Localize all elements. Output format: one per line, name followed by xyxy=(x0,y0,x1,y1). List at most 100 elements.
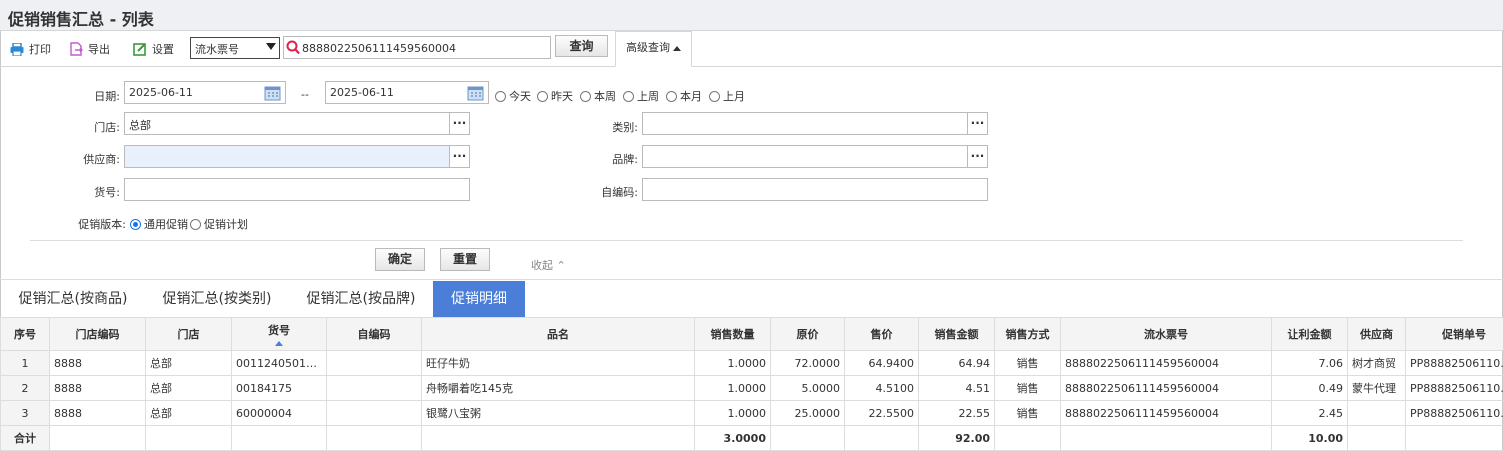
col-supplier-header[interactable]: 供应商 xyxy=(1347,317,1406,351)
col-orig-price-cell: 72.0000 xyxy=(770,350,845,376)
date-to-value: 2025-06-11 xyxy=(330,86,394,99)
col-index-cell: 2 xyxy=(0,375,50,401)
item-no-label: 货号: xyxy=(94,186,120,199)
radio-this-week[interactable]: 本周 xyxy=(580,88,616,104)
radio-general-promo[interactable]: 通用促销 xyxy=(130,216,188,232)
header-label: 流水票号 xyxy=(1144,328,1188,341)
print-button[interactable]: 打印 xyxy=(10,40,51,58)
print-label: 打印 xyxy=(29,43,51,56)
radio-last-month[interactable]: 上月 xyxy=(709,88,745,104)
supplier-picker-button[interactable]: ... xyxy=(449,146,469,167)
table-row[interactable]: 3 8888 总部 60000004 银鹭八宝粥 1.0000 25.0000 22.5500… xyxy=(0,400,1503,426)
col-sale-amount-cell: 22.55 xyxy=(918,400,995,426)
calendar-icon xyxy=(264,86,281,101)
radio-yesterday[interactable]: 昨天 xyxy=(537,88,573,104)
header-label: 供应商 xyxy=(1360,328,1393,341)
tab-by-category[interactable]: 促销汇总(按类别) xyxy=(152,281,282,318)
col-discount-header[interactable]: 让利金额 xyxy=(1271,317,1348,351)
store-input[interactable]: 总部 ... xyxy=(124,112,470,135)
col-sale-price-cell: 4.5100 xyxy=(844,375,919,401)
col-sale-type-cell: 销售 xyxy=(994,400,1061,426)
header-label: 销售数量 xyxy=(710,328,755,341)
col-sale-amount-header[interactable]: 销售金额 xyxy=(918,317,995,351)
brand-picker-button[interactable]: ... xyxy=(967,146,987,167)
col-selfcode-cell xyxy=(326,400,422,426)
query-button[interactable]: 查询 xyxy=(555,35,608,57)
table-row[interactable]: 2 8888 总部 00184175 舟畅嚼着吃145克 1.0000 5.0000 4.51… xyxy=(0,375,1503,401)
store-picker-button[interactable]: ... xyxy=(449,113,469,134)
reset-button[interactable]: 重置 xyxy=(440,248,490,271)
brand-input[interactable]: ... xyxy=(642,145,988,168)
title-bar: 促销销售汇总 - 列表 xyxy=(0,0,1503,31)
table-row[interactable]: 1 8888 总部 0011240501SJ... 旺仔牛奶 1.0000 72.0000 6… xyxy=(0,350,1503,376)
radio-circle-checked xyxy=(130,218,141,230)
search-input[interactable]: 8888022506111459560004 xyxy=(283,36,551,59)
data-table: 序号 门店编码 门店 货号 自编码 品名 销售数量 原价 售价 销售金额 销售方式 流水票号 让利金额 供… xyxy=(0,317,1503,451)
printer-icon xyxy=(10,42,24,56)
col-index-cell: 3 xyxy=(0,400,50,426)
col-store-code-cell: 8888 xyxy=(49,375,146,401)
tab-by-brand[interactable]: 促销汇总(按品牌) xyxy=(296,281,426,318)
col-supplier-cell: 树才商贸 xyxy=(1347,350,1406,376)
advanced-query-tab[interactable]: 高级查询 xyxy=(615,31,692,67)
col-discount-cell: 0.49 xyxy=(1271,375,1348,401)
store-value: 总部 xyxy=(129,119,151,132)
sort-asc-icon[interactable] xyxy=(275,341,283,346)
export-button[interactable]: 导出 xyxy=(70,40,110,58)
col-ticket-no-header[interactable]: 流水票号 xyxy=(1060,317,1272,351)
col-sale-type-cell: 销售 xyxy=(994,350,1061,376)
col-selfcode-header[interactable]: 自编码 xyxy=(326,317,422,351)
col-qty-cell: 1.0000 xyxy=(694,400,771,426)
col-orig-price-cell: 25.0000 xyxy=(770,400,845,426)
settings-button[interactable]: 设置 xyxy=(133,40,174,58)
col-item-no-header[interactable]: 货号 xyxy=(231,317,327,351)
radio-label: 通用促销 xyxy=(144,218,188,231)
col-promo-no-total-cell xyxy=(1405,425,1503,451)
page-title: 促销销售汇总 - 列表 xyxy=(8,10,154,29)
header-label: 销售方式 xyxy=(1005,328,1050,341)
tab-by-product[interactable]: 促销汇总(按商品) xyxy=(8,281,138,318)
radio-this-month[interactable]: 本月 xyxy=(666,88,702,104)
date-from-input[interactable]: 2025-06-11 xyxy=(124,81,286,104)
col-store-code-cell: 8888 xyxy=(49,400,146,426)
search-field-select[interactable]: 流水票号 xyxy=(190,37,280,59)
supplier-input[interactable]: ... xyxy=(124,145,470,168)
caret-up-icon xyxy=(673,45,681,51)
selfcode-input[interactable] xyxy=(642,178,988,201)
col-product-name-header[interactable]: 品名 xyxy=(421,317,695,351)
col-item-no-cell: 00184175 xyxy=(231,375,327,401)
tab-promo-detail[interactable]: 促销明细 xyxy=(433,281,525,318)
collapse-link[interactable]: 收起 ⌃ xyxy=(531,257,566,273)
col-sale-type-header[interactable]: 销售方式 xyxy=(994,317,1061,351)
col-orig-price-header[interactable]: 原价 xyxy=(770,317,845,351)
col-supplier-cell: 蒙牛代理 xyxy=(1347,375,1406,401)
col-store-code-header[interactable]: 门店编码 xyxy=(49,317,146,351)
item-no-input[interactable] xyxy=(124,178,470,201)
header-label: 品名 xyxy=(547,328,569,341)
radio-last-week[interactable]: 上周 xyxy=(623,88,659,104)
date-to-input[interactable]: 2025-06-11 xyxy=(325,81,489,104)
radio-circle xyxy=(623,90,634,102)
category-input[interactable]: ... xyxy=(642,112,988,135)
radio-circle xyxy=(537,90,548,102)
confirm-button[interactable]: 确定 xyxy=(375,248,425,271)
category-picker-button[interactable]: ... xyxy=(967,113,987,134)
radio-label: 上月 xyxy=(723,90,745,103)
col-discount-cell: 7.06 xyxy=(1271,350,1348,376)
col-selfcode-total-cell xyxy=(326,425,422,451)
date-separator: -- xyxy=(301,88,309,101)
radio-promo-plan[interactable]: 促销计划 xyxy=(190,216,248,232)
edit-icon xyxy=(133,43,146,56)
col-ticket-no-cell: 8888022506111459560004 xyxy=(1060,375,1272,401)
col-qty-cell: 1.0000 xyxy=(694,350,771,376)
radio-today[interactable]: 今天 xyxy=(495,88,531,104)
col-sale-amount-cell: 64.94 xyxy=(918,350,995,376)
col-index-header[interactable]: 序号 xyxy=(0,317,50,351)
col-store-header[interactable]: 门店 xyxy=(145,317,232,351)
col-promo-no-header[interactable]: 促销单号 xyxy=(1405,317,1503,351)
col-item-no-total-cell xyxy=(231,425,327,451)
col-qty-header[interactable]: 销售数量 xyxy=(694,317,771,351)
category-label: 类别: xyxy=(612,121,638,134)
col-sale-price-header[interactable]: 售价 xyxy=(844,317,919,351)
col-product-name-cell: 银鹭八宝粥 xyxy=(421,400,695,426)
